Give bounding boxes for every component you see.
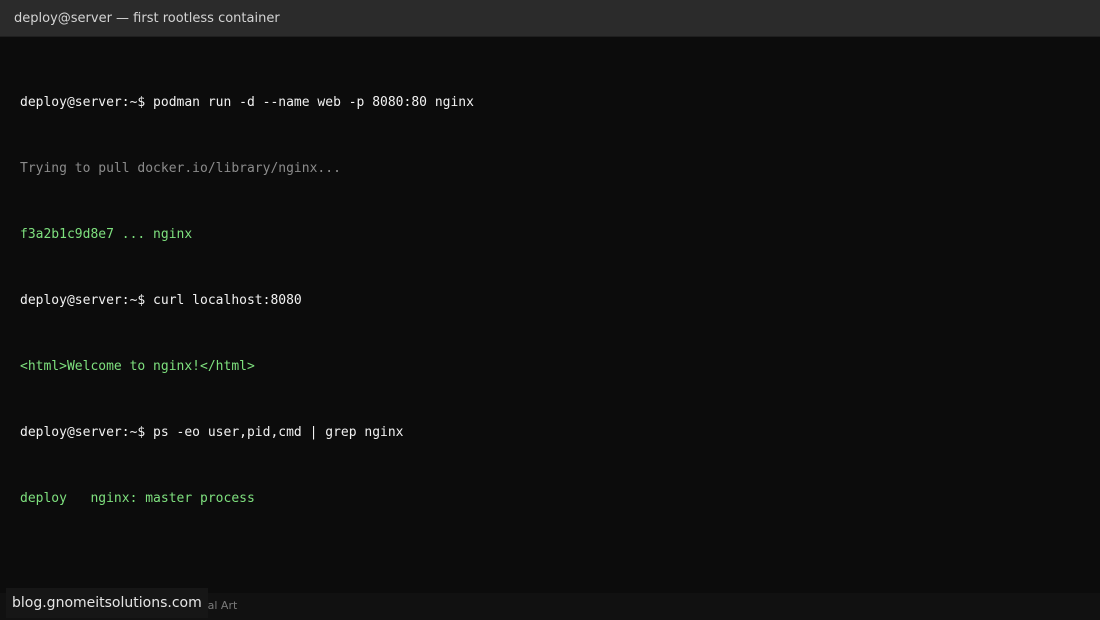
terminal-line-output: f3a2b1c9d8e7 ... nginx [20, 227, 193, 242]
terminal-output[interactable]: deploy@server:~$ podman run -d --name we… [20, 48, 1080, 554]
window-title: deploy@server — first rootless container [14, 11, 280, 26]
terminal-line-output: <html>Welcome to nginx!</html> [20, 359, 255, 374]
site-watermark: blog.gnomeitsolutions.com [6, 588, 208, 618]
terminal-line-output: Trying to pull docker.io/library/nginx..… [20, 161, 341, 176]
terminal-line-command: deploy@server:~$ curl localhost:8080 [20, 293, 302, 308]
title-bar[interactable]: deploy@server — first rootless container [0, 0, 1100, 37]
terminal-line-command: deploy@server:~$ podman run -d --name we… [20, 95, 474, 110]
terminal-window: deploy@server — first rootless container… [0, 0, 1100, 620]
terminal-line-command: deploy@server:~$ ps -eo user,pid,cmd | g… [20, 425, 404, 440]
terminal-line-output: deploy nginx: master process [20, 491, 255, 506]
